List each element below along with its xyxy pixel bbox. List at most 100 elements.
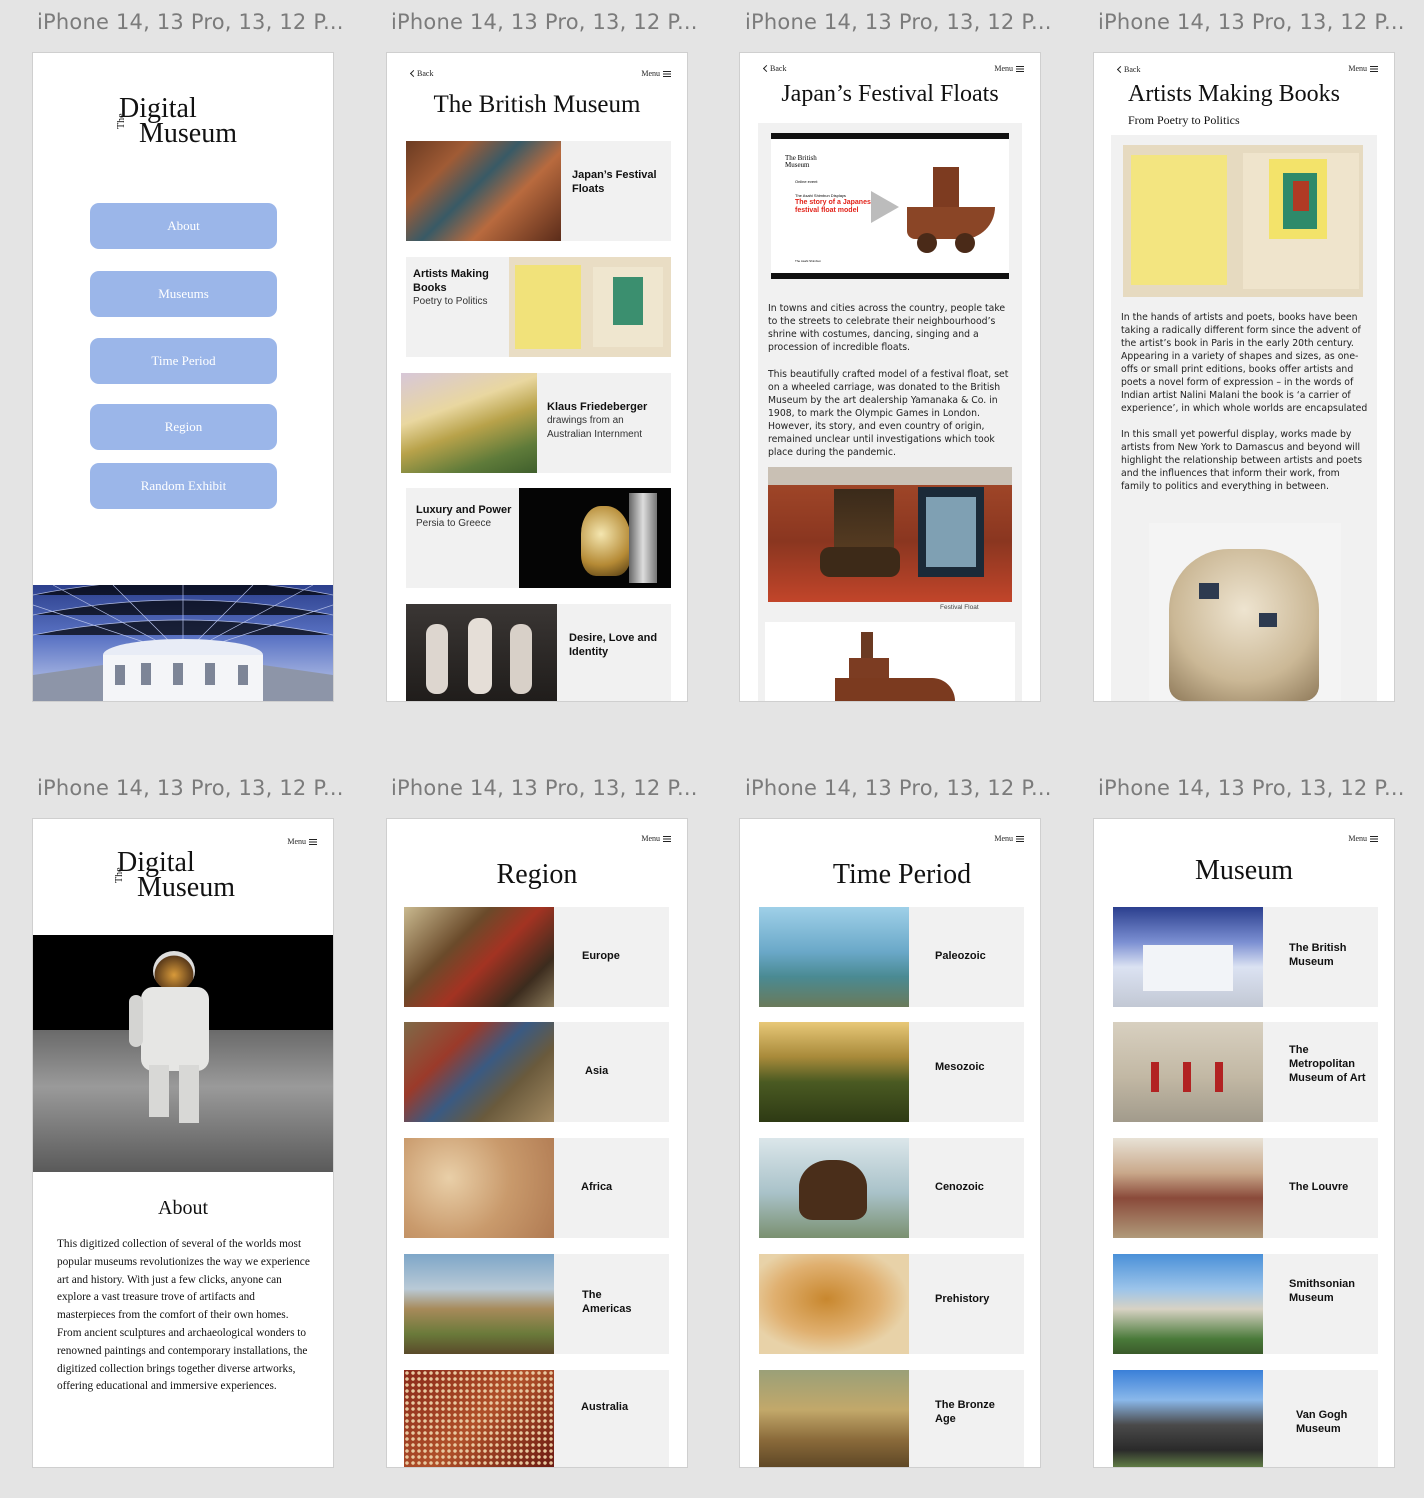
exhibit-label: Desire, Love and Identity xyxy=(569,632,658,658)
dot-painting-image xyxy=(404,1370,554,1467)
region-card-africa[interactable]: Africa xyxy=(404,1138,669,1238)
hamburger-icon xyxy=(1016,66,1024,73)
region-card-americas[interactable]: The Americas xyxy=(404,1254,669,1354)
page-title: Region xyxy=(496,859,578,890)
exhibit-card-artists[interactable]: Artists Making Books Poetry to Politics xyxy=(406,257,671,357)
exhibit-card-japan[interactable]: Japan’s Festival Floats xyxy=(406,141,671,241)
about-button[interactable]: About xyxy=(90,203,277,249)
intro-paragraph: In towns and cities across the country, … xyxy=(768,303,1006,353)
museum-label: Smithsonian Museum xyxy=(1289,1278,1356,1304)
period-label: The Bronze Age xyxy=(935,1399,995,1425)
history-paragraph: This beautifully crafted model of a fest… xyxy=(768,369,1009,458)
back-button[interactable]: Back xyxy=(1116,65,1141,74)
astronaut-image xyxy=(33,935,333,1172)
period-card-mesozoic[interactable]: Mesozoic xyxy=(759,1022,1024,1122)
region-label: Europe xyxy=(582,950,620,962)
about-title: About xyxy=(158,1197,208,1219)
van-gogh-museum-image xyxy=(1113,1370,1263,1467)
menu-label: Menu xyxy=(641,69,660,78)
pyramid-image xyxy=(404,1254,554,1354)
video-series: The Asahi Shimbun Displays xyxy=(795,193,846,198)
region-screen: Menu Region Europe Asia Africa The Ameri… xyxy=(387,819,687,1467)
back-button[interactable]: Back xyxy=(762,64,787,73)
bronze-age-image xyxy=(759,1370,909,1467)
chevron-left-icon xyxy=(762,64,771,73)
menu-label: Menu xyxy=(994,834,1013,843)
about-text: This digitized collection of several of … xyxy=(57,1238,310,1393)
period-card-cenozoic[interactable]: Cenozoic xyxy=(759,1138,1024,1238)
british-museum-screen: Back Menu The British Museum Japan’s Fes… xyxy=(387,53,687,701)
region-card-europe[interactable]: Europe xyxy=(404,907,669,1007)
british-museum-image xyxy=(1113,907,1263,1007)
app-logo: Digital The Museum xyxy=(116,95,259,155)
museum-card-smithsonian[interactable]: Smithsonian Museum xyxy=(1113,1254,1378,1354)
menu-label: Menu xyxy=(287,837,306,846)
random-exhibit-button[interactable]: Random Exhibit xyxy=(90,463,277,509)
page-title: The British Museum xyxy=(433,91,641,118)
museum-screen: Menu Museum The British Museum The Metro… xyxy=(1094,819,1394,1467)
exhibit-label: Luxury and Power Persia to Greece xyxy=(416,504,512,529)
mesozoic-image xyxy=(759,1022,909,1122)
menu-label: Menu xyxy=(641,834,660,843)
period-label: Mesozoic xyxy=(935,1061,985,1073)
exhibit-card-desire[interactable]: Desire, Love and Identity xyxy=(406,604,671,701)
page-title: Japan’s Festival Floats xyxy=(781,81,999,107)
museum-label: The Louvre xyxy=(1289,1181,1349,1193)
menu-button[interactable]: Menu xyxy=(994,64,1024,73)
region-button[interactable]: Region xyxy=(90,404,277,450)
period-label: Paleozoic xyxy=(935,950,986,962)
page-title: Museum xyxy=(1195,855,1293,886)
bm-logo: The British Museum xyxy=(785,154,817,169)
menu-button[interactable]: Menu xyxy=(641,69,671,78)
menu-button[interactable]: Menu xyxy=(1348,64,1378,73)
region-card-australia[interactable]: Australia xyxy=(404,1370,669,1467)
chevron-left-icon xyxy=(409,69,418,78)
museum-card-louvre[interactable]: The Louvre xyxy=(1113,1138,1378,1238)
video-headline: The story of a Japanese festival float m… xyxy=(795,199,875,214)
back-button[interactable]: Back xyxy=(409,69,434,78)
menu-button[interactable]: Menu xyxy=(994,834,1024,843)
page-title: Time Period xyxy=(832,859,972,890)
video-thumbnail[interactable]: The British Museum Online event The Asah… xyxy=(771,133,1009,279)
frame-title-region: iPhone 14, 13 Pro, 13, 12 P... xyxy=(391,776,698,800)
float-closeup-image xyxy=(765,622,1015,701)
rhyton-image xyxy=(519,488,671,588)
display-paragraph: In this small yet powerful display, work… xyxy=(1121,429,1363,492)
museums-button[interactable]: Museums xyxy=(90,271,277,317)
back-label: Back xyxy=(417,69,434,78)
float-model-image xyxy=(903,167,995,267)
logo-museum: Museum xyxy=(139,118,237,149)
cave-painting-image xyxy=(759,1254,909,1354)
sculptures-image xyxy=(406,604,557,701)
museum-label: Van Gogh Museum xyxy=(1296,1409,1348,1435)
about-screen: Menu Digital The Museum About This digit… xyxy=(33,819,333,1467)
time-period-button[interactable]: Time Period xyxy=(90,338,277,384)
period-card-paleozoic[interactable]: Paleozoic xyxy=(759,907,1024,1007)
menu-button[interactable]: Menu xyxy=(641,834,671,843)
back-label: Back xyxy=(1124,65,1141,74)
region-card-asia[interactable]: Asia xyxy=(404,1022,669,1122)
period-card-bronze-age[interactable]: The Bronze Age xyxy=(759,1370,1024,1467)
hamburger-icon xyxy=(309,839,317,846)
menu-button[interactable]: Menu xyxy=(1348,834,1378,843)
hamburger-icon xyxy=(1370,66,1378,73)
asian-painting-image xyxy=(404,1022,554,1122)
back-label: Back xyxy=(770,64,787,73)
exhibit-card-luxury[interactable]: Luxury and Power Persia to Greece xyxy=(406,488,671,588)
carving-image xyxy=(406,141,561,241)
menu-button[interactable]: Menu xyxy=(287,837,317,846)
rock-art-image xyxy=(404,1138,554,1238)
time-period-screen: Menu Time Period Paleozoic Mesozoic Ceno… xyxy=(740,819,1040,1467)
museum-card-van-gogh[interactable]: Van Gogh Museum xyxy=(1113,1370,1378,1467)
exhibit-card-klaus[interactable]: Klaus Friedeberger drawings from an Austr… xyxy=(401,373,671,473)
museum-card-met[interactable]: The Metropolitan Museum of Art xyxy=(1113,1022,1378,1122)
frame-title-about: iPhone 14, 13 Pro, 13, 12 P... xyxy=(37,776,344,800)
period-card-prehistory[interactable]: Prehistory xyxy=(759,1254,1024,1354)
museum-label: The Metropolitan Museum of Art xyxy=(1289,1044,1366,1084)
menu-label: Menu xyxy=(1348,64,1367,73)
exhibit-label: Klaus Friedeberger drawings from an Austr… xyxy=(547,401,648,440)
play-icon[interactable] xyxy=(871,191,899,223)
museum-card-british[interactable]: The British Museum xyxy=(1113,907,1378,1007)
region-label: The Americas xyxy=(582,1289,632,1315)
photo-caption: Festival Float xyxy=(940,604,979,611)
